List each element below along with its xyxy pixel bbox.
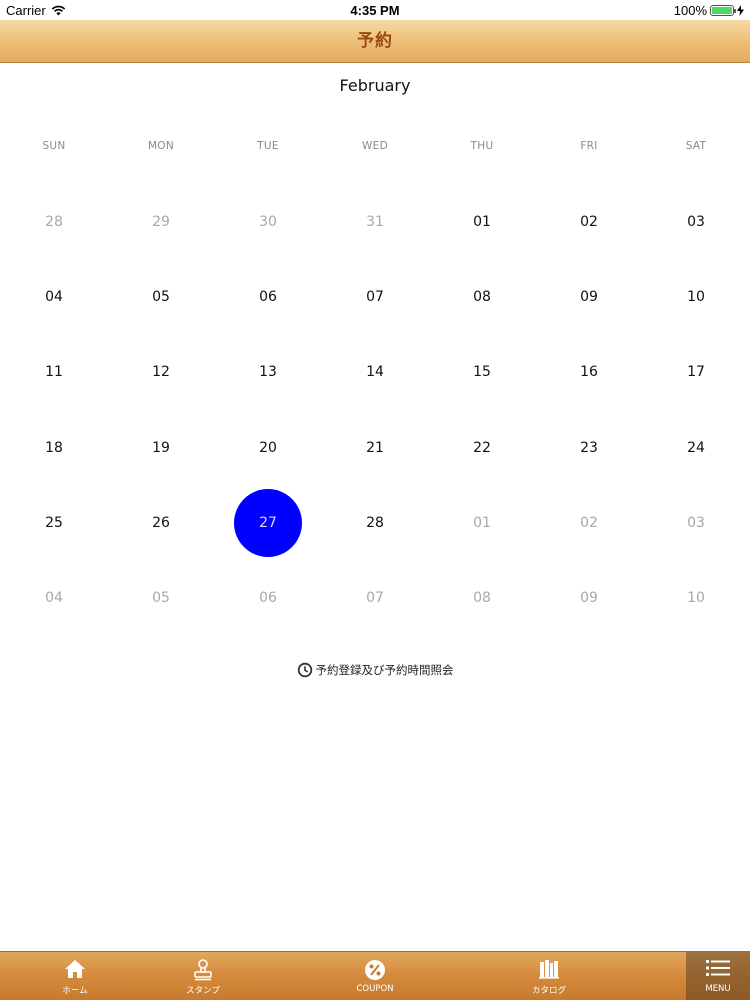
page-title: 予約 (357, 31, 393, 51)
calendar-day[interactable]: 08 (448, 263, 516, 331)
weekday-sat: SAT (685, 140, 707, 152)
calendar-day[interactable]: 19 (127, 414, 195, 482)
calendar-day[interactable]: 22 (448, 414, 516, 482)
calendar-day[interactable]: 01 (448, 188, 516, 256)
calendar-day-grid: 28 29 30 31 01 02 03 04 05 06 07 08 09 10 11 12 13 14 15 16… (0, 184, 750, 636)
calendar-day[interactable]: 26 (127, 489, 195, 557)
calendar-day[interactable]: 15 (448, 338, 516, 406)
calendar-day[interactable]: 24 (662, 414, 730, 482)
tab-coupon[interactable]: COUPON (300, 952, 450, 1000)
calendar-day[interactable]: 06 (234, 564, 302, 632)
weekday-tue: TUE (257, 140, 279, 152)
charging-icon (737, 5, 744, 16)
calendar-day[interactable]: 03 (662, 188, 730, 256)
calendar-day[interactable]: 02 (555, 489, 623, 557)
tab-menu[interactable]: MENU (686, 952, 750, 1000)
calendar-day[interactable]: 17 (662, 338, 730, 406)
calendar-day[interactable]: 07 (341, 263, 409, 331)
calendar-day[interactable]: 13 (234, 338, 302, 406)
calendar-day[interactable]: 09 (555, 263, 623, 331)
weekday-thu: THU (470, 140, 494, 152)
calendar-day[interactable]: 12 (127, 338, 195, 406)
calendar-day[interactable]: 10 (662, 263, 730, 331)
tab-catalog[interactable]: カタログ (474, 952, 624, 1000)
calendar-day[interactable]: 25 (20, 489, 88, 557)
calendar-day[interactable]: 11 (20, 338, 88, 406)
calendar-day[interactable]: 30 (234, 188, 302, 256)
calendar-day-selected[interactable]: 27 (234, 488, 302, 557)
weekday-mon: MON (147, 140, 175, 152)
calendar-day[interactable]: 07 (341, 564, 409, 632)
tab-stamp-label: スタンプ (186, 986, 220, 996)
menu-icon (706, 960, 730, 976)
calendar-day[interactable]: 08 (448, 564, 516, 632)
status-time: 4:35 PM (350, 3, 400, 18)
calendar-day[interactable]: 01 (448, 489, 516, 557)
tab-menu-label: MENU (705, 984, 731, 994)
calendar-day[interactable]: 18 (20, 414, 88, 482)
reservation-link[interactable]: 予約登録及び予約時間照会 (0, 662, 750, 678)
calendar-day[interactable]: 28 (341, 489, 409, 557)
status-right: 100% (674, 3, 744, 18)
calendar-day[interactable]: 05 (127, 564, 195, 632)
calendar-day[interactable]: 31 (341, 188, 409, 256)
calendar-day[interactable]: 06 (234, 263, 302, 331)
calendar-day[interactable]: 16 (555, 338, 623, 406)
tab-bar: ホーム スタンプ COUPON カタログ MENU (0, 951, 750, 1000)
tab-stamp[interactable]: スタンプ (128, 952, 278, 1000)
reservation-link-label: 予約登録及び予約時間照会 (315, 663, 454, 677)
battery-icon (710, 5, 736, 16)
nav-header: 予約 (0, 20, 750, 63)
calendar-day[interactable]: 03 (662, 489, 730, 557)
books-icon (539, 960, 559, 979)
calendar-day[interactable]: 10 (662, 564, 730, 632)
calendar-day[interactable]: 23 (555, 414, 623, 482)
calendar-day[interactable]: 04 (20, 564, 88, 632)
tab-coupon-label: COUPON (356, 984, 394, 994)
clock-icon (297, 662, 312, 678)
calendar-day[interactable]: 02 (555, 188, 623, 256)
calendar-day[interactable]: 04 (20, 263, 88, 331)
weekday-sun: SUN (42, 140, 66, 152)
calendar-weekday-row: SUN MON TUE WED THU FRI SAT (0, 140, 750, 154)
calendar-month-title: February (339, 76, 411, 95)
status-bar: Carrier 4:35 PM 100% (0, 0, 750, 20)
weekday-fri: FRI (580, 140, 598, 152)
stamp-icon (194, 959, 212, 981)
home-icon (65, 960, 85, 978)
calendar-day[interactable]: 28 (20, 188, 88, 256)
tab-catalog-label: カタログ (531, 986, 566, 996)
calendar-day[interactable]: 14 (341, 338, 409, 406)
calendar-day[interactable]: 20 (234, 414, 302, 482)
weekday-wed: WED (361, 140, 388, 152)
calendar-day[interactable]: 29 (127, 188, 195, 256)
percent-icon (365, 960, 385, 980)
battery-percent: 100% (673, 3, 707, 18)
calendar-day[interactable]: 05 (127, 263, 195, 331)
calendar-day[interactable]: 09 (555, 564, 623, 632)
calendar-day[interactable]: 21 (341, 414, 409, 482)
